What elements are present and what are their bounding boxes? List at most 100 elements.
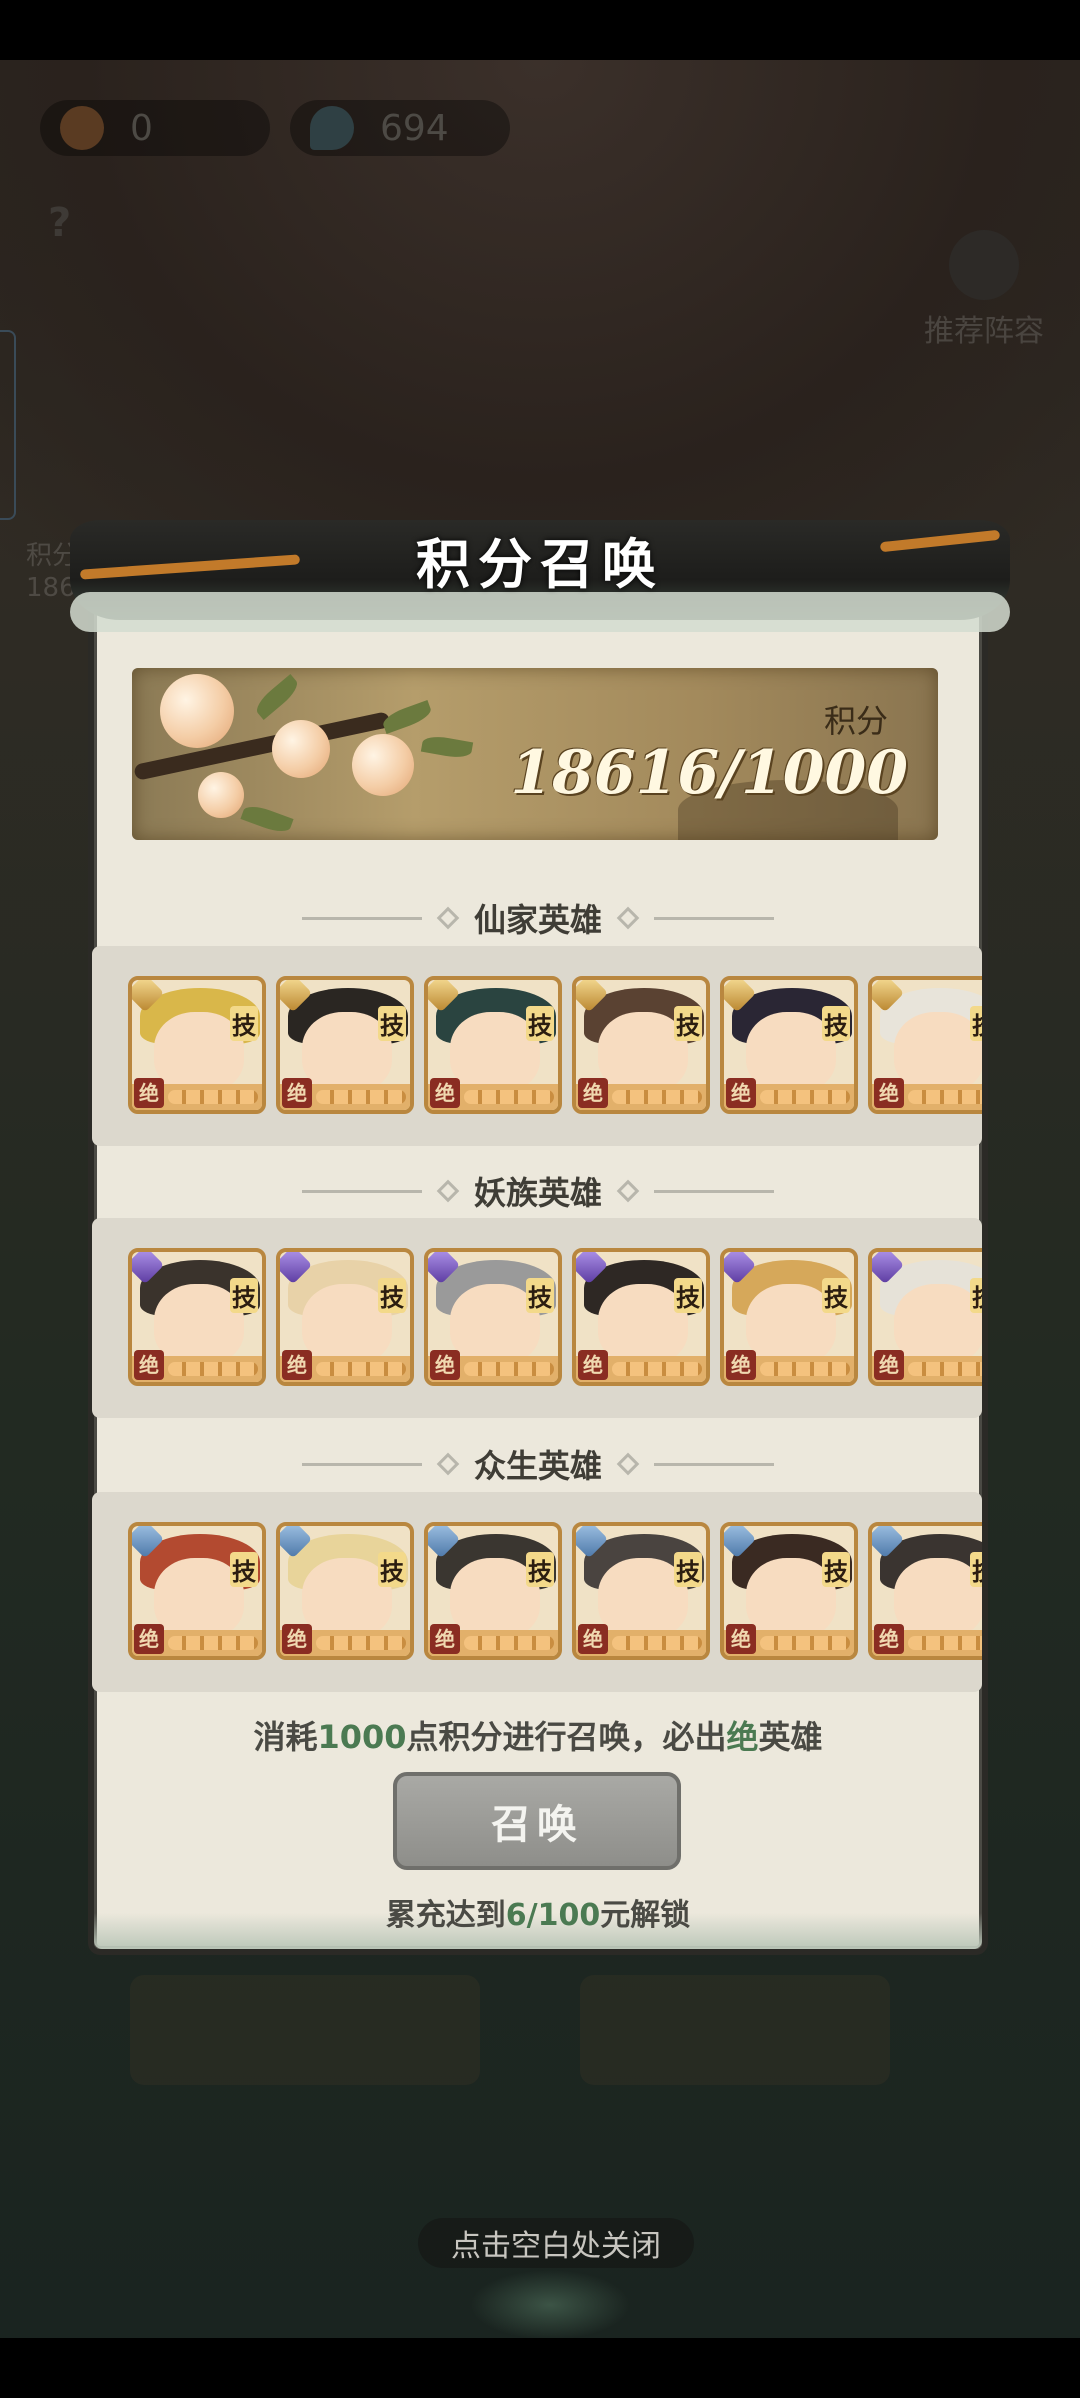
hero-card[interactable]: 技绝 — [424, 1522, 562, 1660]
side-tab[interactable] — [0, 330, 16, 520]
skill-badge: 技 — [230, 1006, 258, 1041]
section-title: 众生英雄 — [473, 1447, 602, 1485]
peach-icon — [160, 674, 234, 748]
recommend-label: 推荐阵容 — [924, 314, 1044, 349]
cost-highlight: 绝 — [726, 1718, 759, 1756]
cost-prefix: 消耗 — [253, 1718, 318, 1756]
leaf-icon — [420, 733, 474, 761]
hero-card[interactable]: 技绝 — [424, 976, 562, 1114]
hero-card[interactable]: 技绝 — [572, 976, 710, 1114]
divider-line — [654, 1462, 774, 1466]
dialog-title-banner: 积分召唤 — [70, 500, 1010, 632]
divider-line — [654, 916, 774, 920]
jue-badge: 绝 — [282, 1350, 312, 1380]
divider-line — [301, 1189, 422, 1193]
cost-middle: 点积分进行召唤，必出 — [406, 1718, 727, 1756]
hero-card[interactable]: 技绝 — [868, 976, 982, 1114]
jue-badge: 绝 — [578, 1078, 608, 1108]
skill-badge: 技 — [674, 1278, 702, 1313]
hero-card[interactable]: 技绝 — [720, 1248, 858, 1386]
skill-badge: 技 — [230, 1278, 258, 1313]
section-header-mortal: 众生英雄 — [88, 1441, 988, 1487]
jue-badge: 绝 — [578, 1624, 608, 1654]
hero-card[interactable]: 技绝 — [276, 976, 414, 1114]
skill-badge: 技 — [822, 1552, 850, 1587]
section-header-immortal: 仙家英雄 — [88, 895, 988, 941]
section-title: 妖族英雄 — [473, 1174, 602, 1212]
unlock-suffix: 元解锁 — [600, 1898, 691, 1933]
jue-badge: 绝 — [430, 1624, 460, 1654]
spirit-resource: 694 — [290, 100, 510, 156]
jue-badge: 绝 — [726, 1078, 756, 1108]
help-icon[interactable]: ? — [48, 200, 71, 246]
background-button-left — [130, 1975, 480, 2085]
hero-card[interactable]: 技绝 — [572, 1522, 710, 1660]
skill-badge: 技 — [526, 1278, 554, 1313]
jue-badge: 绝 — [282, 1078, 312, 1108]
section-header-demon: 妖族英雄 — [88, 1168, 988, 1214]
jue-badge: 绝 — [874, 1350, 904, 1380]
leaf-icon — [380, 699, 434, 735]
summon-cost-text: 消耗1000点积分进行召唤，必出绝英雄 — [88, 1712, 988, 1758]
hero-card[interactable]: 技绝 — [424, 1248, 562, 1386]
skill-badge: 技 — [526, 1552, 554, 1587]
hero-row-demon[interactable]: 技绝技绝技绝技绝技绝技绝 — [92, 1218, 982, 1418]
recommend-lineup-button[interactable]: 推荐阵容 — [924, 230, 1044, 350]
hero-card[interactable]: 技绝 — [572, 1248, 710, 1386]
skill-badge: 技 — [822, 1006, 850, 1041]
score-label: 积分 — [823, 702, 888, 740]
hero-row-immortal[interactable]: 技绝技绝技绝技绝技绝技绝 — [92, 946, 982, 1146]
hero-card[interactable]: 技绝 — [276, 1248, 414, 1386]
hero-card[interactable]: 技绝 — [868, 1248, 982, 1386]
status-bar — [0, 0, 1080, 60]
skill-badge: 技 — [378, 1552, 406, 1587]
peach-count: 0 — [130, 107, 153, 149]
leaf-icon — [240, 801, 294, 837]
cost-suffix: 英雄 — [758, 1718, 823, 1756]
jue-badge: 绝 — [134, 1350, 164, 1380]
hero-card[interactable]: 技绝 — [276, 1522, 414, 1660]
jue-badge: 绝 — [874, 1624, 904, 1654]
summon-button[interactable]: 召唤 — [393, 1772, 681, 1870]
jue-badge: 绝 — [430, 1350, 460, 1380]
diamond-ornament — [616, 1452, 640, 1476]
jue-badge: 绝 — [726, 1624, 756, 1654]
skill-badge: 技 — [970, 1006, 982, 1041]
hero-card[interactable]: 技绝 — [720, 976, 858, 1114]
divider-line — [301, 1462, 422, 1466]
jue-badge: 绝 — [134, 1624, 164, 1654]
skill-badge: 技 — [526, 1006, 554, 1041]
dialog-title: 积分召唤 — [416, 532, 664, 596]
close-hint[interactable]: 点击空白处关闭 — [418, 2218, 694, 2268]
hero-portrait — [894, 1558, 982, 1638]
section-title: 仙家英雄 — [473, 901, 602, 939]
cloud-decoration — [470, 2270, 630, 2340]
diamond-ornament — [436, 1179, 460, 1203]
hero-portrait — [894, 1284, 982, 1364]
hero-card[interactable]: 技绝 — [128, 1248, 266, 1386]
jue-badge: 绝 — [430, 1078, 460, 1108]
peach-icon — [60, 106, 104, 150]
skill-badge: 技 — [970, 1552, 982, 1587]
hero-card[interactable]: 技绝 — [720, 1522, 858, 1660]
unlock-requirement: 累充达到6/100元解锁 — [88, 1890, 988, 1934]
hero-row-mortal[interactable]: 技绝技绝技绝技绝技绝技绝 — [92, 1492, 982, 1692]
lineup-icon — [949, 230, 1019, 300]
spirit-icon — [310, 106, 354, 150]
peach-icon — [352, 734, 414, 796]
jue-badge: 绝 — [726, 1350, 756, 1380]
skill-badge: 技 — [822, 1278, 850, 1313]
hero-card[interactable]: 技绝 — [128, 1522, 266, 1660]
unlock-prefix: 累充达到 — [385, 1898, 506, 1933]
hero-card[interactable]: 技绝 — [868, 1522, 982, 1660]
background-button-right — [580, 1975, 890, 2085]
jue-badge: 绝 — [578, 1350, 608, 1380]
score-banner: 积分 18616/1000 — [132, 668, 938, 840]
hero-card[interactable]: 技绝 — [128, 976, 266, 1114]
diamond-ornament — [436, 1452, 460, 1476]
jue-badge: 绝 — [282, 1624, 312, 1654]
unlock-progress: 6/100 — [505, 1898, 601, 1933]
diamond-ornament — [616, 1179, 640, 1203]
leaf-icon — [252, 674, 302, 720]
skill-badge: 技 — [378, 1278, 406, 1313]
